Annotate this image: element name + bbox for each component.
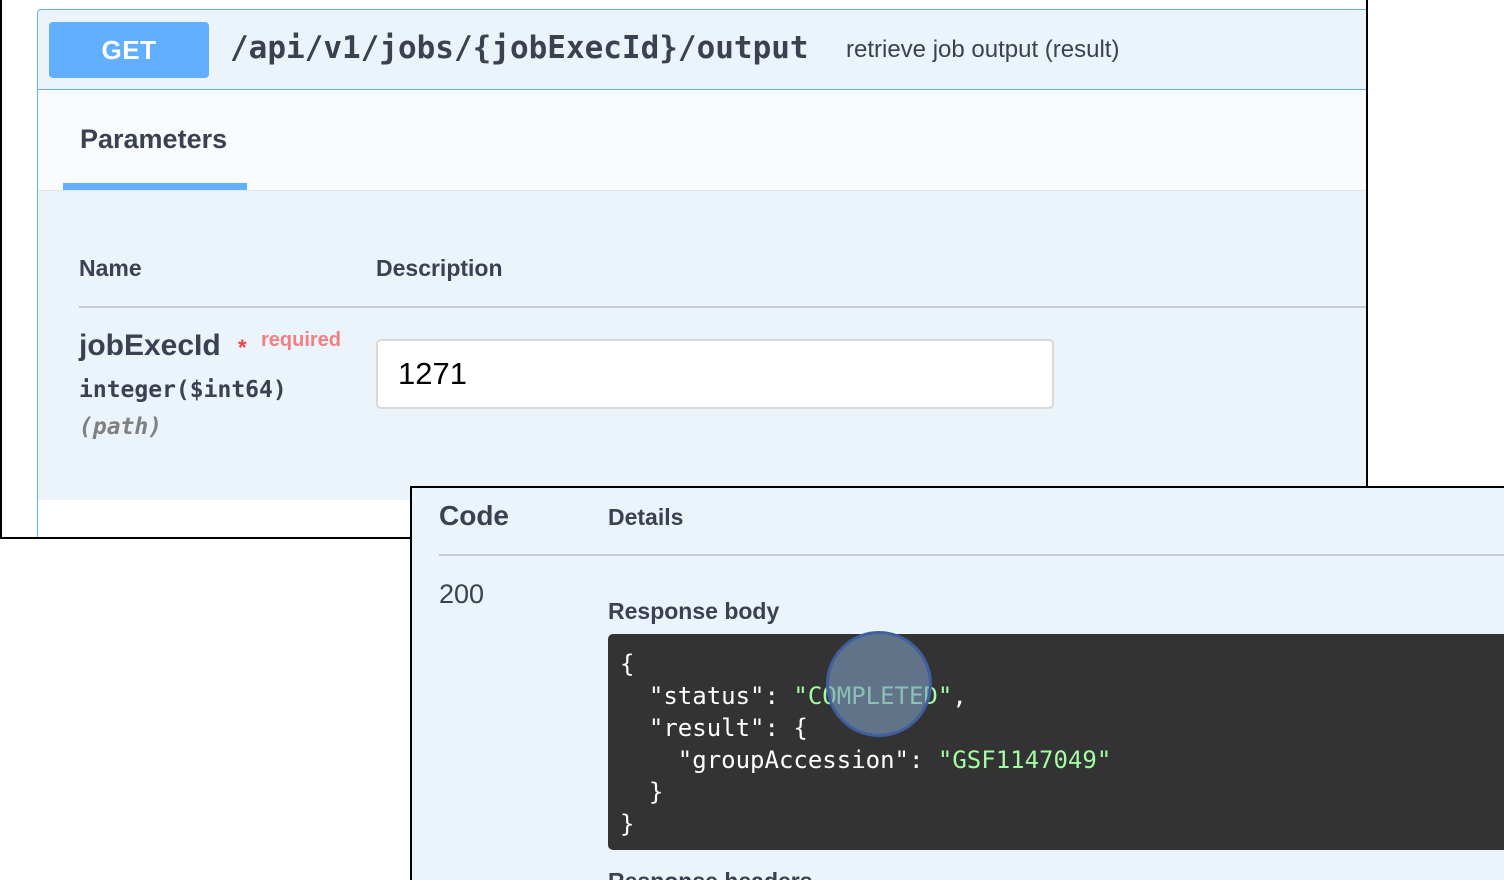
response-body-json: { "status": "COMPLETED", "result": { "gr… (608, 634, 1504, 840)
json-string: "GSF1147049" (937, 746, 1112, 774)
tab-parameters[interactable]: Parameters (63, 90, 247, 190)
json-line: } (620, 810, 635, 838)
column-header-code: Code (439, 500, 509, 531)
response-body-code[interactable]: { "status": "COMPLETED", "result": { "gr… (608, 634, 1504, 850)
json-line: "result": { (620, 714, 808, 742)
json-line-status: "status": "COMPLETED", (620, 682, 967, 710)
json-line: } (620, 778, 664, 806)
endpoint-summary: retrieve job output (result) (846, 36, 1120, 63)
header-divider (79, 306, 1366, 308)
param-location: (path) (79, 414, 163, 440)
opblock-summary[interactable]: GET /api/v1/jobs/{jobExecId}/output retr… (38, 10, 1366, 90)
endpoint-path: /api/v1/jobs/{jobExecId}/output (230, 30, 809, 66)
column-header-details: Details (608, 504, 684, 530)
response-headers-label: Response headers (608, 868, 813, 880)
method-badge[interactable]: GET (49, 22, 209, 78)
required-marker: * (238, 335, 247, 360)
json-line-accession: "groupAccession": "GSF1147049" (620, 746, 1112, 774)
tab-bar: Parameters (38, 90, 1366, 191)
responses-panel: Code Details 200 Response body { "status… (410, 486, 1504, 880)
opblock-get: GET /api/v1/jobs/{jobExecId}/output retr… (37, 9, 1366, 537)
tab-parameters-label: Parameters (80, 124, 228, 154)
required-label: required (261, 329, 342, 351)
column-header-description: Description (376, 255, 503, 281)
response-status-code: 200 (439, 579, 485, 609)
responses-divider (439, 554, 1504, 556)
response-body-label: Response body (608, 598, 780, 624)
param-name: jobExecId (79, 329, 221, 362)
column-header-name: Name (79, 255, 142, 281)
jobexecid-input[interactable] (376, 339, 1054, 409)
param-type: integer($int64) (79, 377, 287, 403)
operation-panel: GET /api/v1/jobs/{jobExecId}/output retr… (0, 0, 1368, 539)
json-string: "COMPLETED" (793, 682, 953, 710)
json-line: { (620, 650, 635, 678)
